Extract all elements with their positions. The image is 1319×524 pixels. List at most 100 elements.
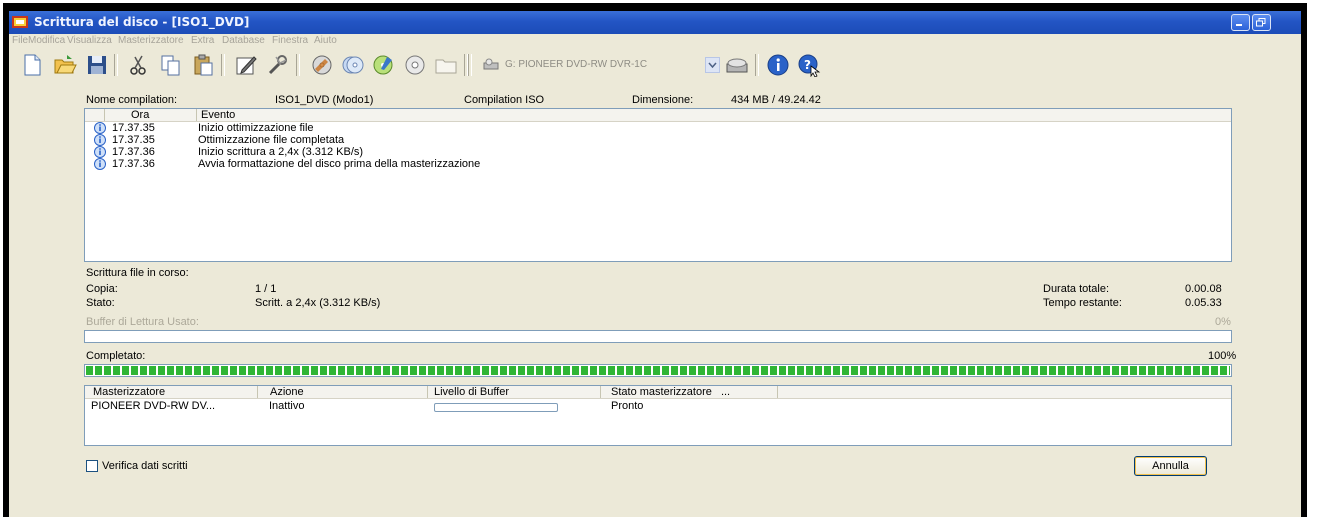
recorder-row[interactable]: PIONEER DVD-RW DV... Inattivo Pronto — [85, 400, 1231, 412]
open-folder-icon — [54, 55, 77, 74]
header-divider — [777, 386, 778, 398]
menu-modifica[interactable]: Modifica — [28, 35, 65, 46]
recorder-state: Pronto — [611, 400, 644, 412]
help-button[interactable] — [766, 53, 790, 77]
scissors-icon — [130, 55, 146, 75]
tools-button[interactable] — [266, 53, 290, 77]
log-row[interactable]: 17.37.36 Inizio scrittura a 2,4x (3.312 … — [85, 146, 1231, 158]
header-event[interactable]: Evento — [197, 109, 497, 121]
nero-app-icon — [12, 16, 28, 28]
screenshot-frame: Scrittura del disco - [ISO1_DVD] File Mo… — [3, 3, 1307, 517]
drive-label: G: PIONEER DVD-RW DVR-1C — [505, 59, 648, 70]
edit-compilation-icon — [236, 56, 257, 75]
whats-this-button[interactable]: ? — [797, 53, 821, 77]
header-recorder[interactable]: Masterizzatore — [85, 386, 258, 398]
menu-bar: File Modifica Visualizza Masterizzatore … — [9, 34, 1301, 48]
menu-extra[interactable]: Extra — [191, 35, 214, 46]
compilation-button[interactable] — [234, 53, 258, 77]
disc-info-icon — [373, 55, 393, 75]
toolbar-separator — [114, 54, 118, 76]
drive-properties-icon — [726, 58, 748, 73]
drive-icon — [483, 58, 499, 70]
paste-icon — [194, 54, 213, 76]
drive-dropdown-arrow[interactable] — [705, 57, 720, 73]
title-bar[interactable]: Scrittura del disco - [ISO1_DVD] — [9, 11, 1301, 34]
menu-visualizza[interactable]: Visualizza — [67, 35, 112, 46]
size-label: Dimensione: — [632, 94, 694, 106]
verify-checkbox[interactable] — [86, 460, 98, 472]
header-icon-column[interactable] — [85, 109, 105, 121]
header-more: ... — [720, 386, 731, 398]
header-buffer-level[interactable]: Livello di Buffer — [428, 386, 601, 398]
cut-button[interactable] — [127, 53, 151, 77]
header-recorder-state[interactable]: Stato masterizzatore ... — [601, 386, 777, 398]
log-time: 17.37.36 — [112, 158, 155, 170]
disc-info-button[interactable] — [371, 53, 395, 77]
event-log-header: Ora Evento — [85, 109, 1231, 122]
log-event: Avvia formattazione del disco prima dell… — [198, 158, 481, 170]
copy-button[interactable] — [159, 53, 183, 77]
burn-button[interactable] — [310, 53, 334, 77]
log-row[interactable]: 17.37.35 Ottimizzazione file completata — [85, 134, 1231, 146]
info-help-icon — [767, 54, 789, 76]
completed-progress-fill — [86, 366, 1230, 375]
completed-progress-bar — [84, 364, 1232, 377]
header-time[interactable]: Ora — [105, 109, 197, 121]
disc-icon — [405, 55, 425, 75]
log-time: 17.37.35 — [112, 122, 155, 134]
cancel-button[interactable]: Annulla — [1134, 456, 1207, 476]
save-button[interactable] — [85, 53, 109, 77]
toolbar-separator — [221, 54, 225, 76]
copy-disc-button[interactable] — [341, 53, 365, 77]
recorder-list-header: Masterizzatore Azione Livello di Buffer … — [85, 386, 1231, 399]
log-row[interactable]: 17.37.36 Avvia formattazione del disco p… — [85, 158, 1231, 170]
drive-properties-button[interactable] — [725, 53, 749, 77]
erase-disc-button[interactable] — [403, 53, 427, 77]
copy-icon — [161, 55, 180, 76]
drive-selector[interactable]: G: PIONEER DVD-RW DVR-1C — [477, 56, 720, 74]
new-document-icon — [24, 54, 41, 76]
compilation-name-label: Nome compilation: — [86, 94, 178, 106]
recorder-list[interactable]: Masterizzatore Azione Livello di Buffer … — [84, 385, 1232, 446]
recorder-buffer-level — [434, 403, 558, 412]
event-log-list[interactable]: Ora Evento 17.37.35 Inizio ottimizzazion… — [84, 108, 1232, 262]
toolbar-separator — [468, 54, 472, 76]
minimize-icon — [1236, 24, 1242, 26]
paste-button[interactable] — [191, 53, 215, 77]
wrench-icon — [268, 55, 287, 75]
log-event: Ottimizzazione file completata — [198, 134, 345, 146]
window-title: Scrittura del disco - [ISO1_DVD] — [34, 15, 250, 29]
restore-icon — [1256, 18, 1266, 27]
compilation-type: Compilation ISO — [464, 94, 545, 106]
menu-aiuto[interactable]: Aiuto — [314, 35, 337, 46]
toolbar-separator — [296, 54, 300, 76]
chevron-down-icon — [708, 62, 717, 69]
restore-button[interactable] — [1252, 14, 1271, 31]
menu-file[interactable]: File — [12, 35, 28, 46]
recorder-action: Inattivo — [269, 400, 305, 412]
header-recorder-state-label: Stato masterizzatore — [611, 386, 712, 398]
svg-text:?: ? — [804, 58, 811, 72]
new-document-button[interactable] — [20, 53, 44, 77]
eject-button[interactable] — [434, 53, 458, 77]
verify-label[interactable]: Verifica dati scritti — [102, 460, 188, 472]
menu-database[interactable]: Database — [222, 35, 265, 46]
compilation-name-value: ISO1_DVD (Modo1) — [275, 94, 374, 106]
read-buffer-bar — [84, 330, 1232, 343]
log-time: 17.37.35 — [112, 134, 155, 146]
info-icon — [94, 158, 106, 170]
menu-finestra[interactable]: Finestra — [272, 35, 308, 46]
log-event: Inizio ottimizzazione file — [198, 122, 314, 134]
copy-disc-icon — [342, 56, 364, 74]
log-event: Inizio scrittura a 2,4x (3.312 KB/s) — [198, 146, 364, 158]
menu-masterizzatore[interactable]: Masterizzatore — [118, 35, 184, 46]
help-cursor-icon: ? — [798, 54, 821, 77]
toolbar-separator — [755, 54, 759, 76]
save-icon — [88, 56, 106, 74]
recorder-name: PIONEER DVD-RW DV... — [91, 400, 216, 412]
folder-outline-icon — [435, 59, 457, 74]
open-button[interactable] — [53, 53, 77, 77]
minimize-button[interactable] — [1231, 14, 1250, 31]
header-action[interactable]: Azione — [258, 386, 428, 398]
log-row[interactable]: 17.37.35 Inizio ottimizzazione file — [85, 122, 1231, 134]
